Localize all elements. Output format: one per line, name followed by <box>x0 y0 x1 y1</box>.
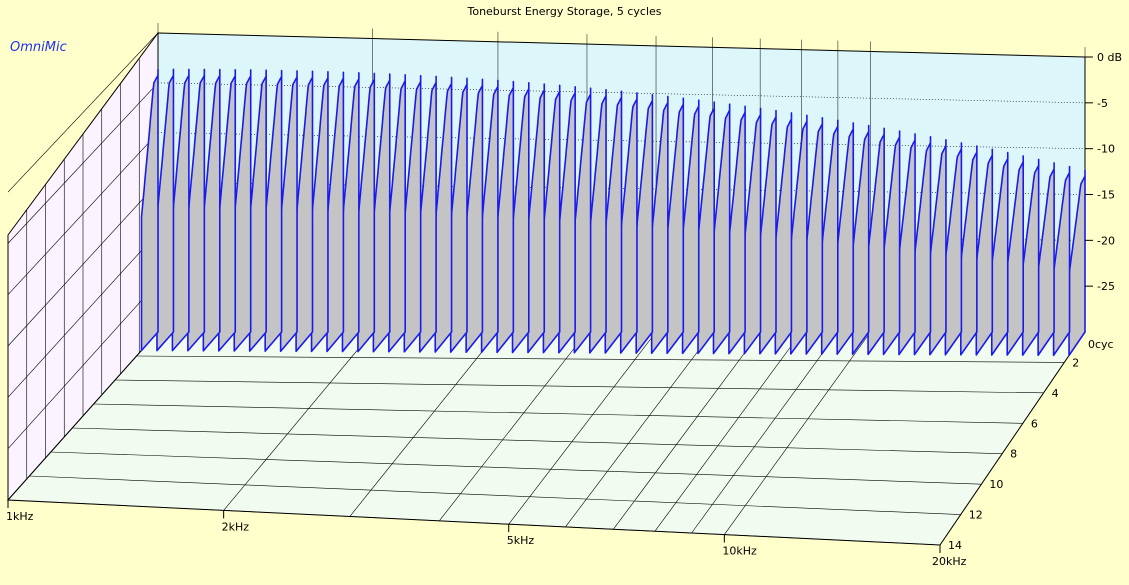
freq-tick-label: 10kHz <box>722 545 757 558</box>
cycle-tick-label: 8 <box>1010 448 1017 461</box>
cycle-tick-label: 12 <box>969 509 983 522</box>
db-tick-label: -20 <box>1097 234 1115 247</box>
db-tick-label: -10 <box>1097 143 1115 156</box>
cycle-tick-label: 14 <box>948 539 962 552</box>
waterfall-chart: 0 dB -5 -10 -15 -20 -25 0cyc 2 4 6 8 10 12 14 1kHz 2kHz… <box>6 23 1122 568</box>
freq-tick-label: 2kHz <box>222 520 250 533</box>
cycle-tick-label: 2 <box>1072 356 1079 369</box>
db-tick-label: -15 <box>1097 189 1115 202</box>
freq-tick-label: 20kHz <box>932 555 967 568</box>
freq-tick-label: 5kHz <box>507 534 535 547</box>
cycle-tick-label: 0cyc <box>1088 338 1114 351</box>
cycle-tick-label: 6 <box>1031 417 1038 430</box>
db-tick-label: -25 <box>1097 280 1115 293</box>
db-tick-label: 0 dB <box>1097 51 1122 64</box>
freq-tick-label: 1kHz <box>6 510 34 523</box>
cycle-tick-label: 4 <box>1052 387 1059 400</box>
cycle-tick-label: 10 <box>989 478 1003 491</box>
db-tick-label: -5 <box>1097 97 1108 110</box>
